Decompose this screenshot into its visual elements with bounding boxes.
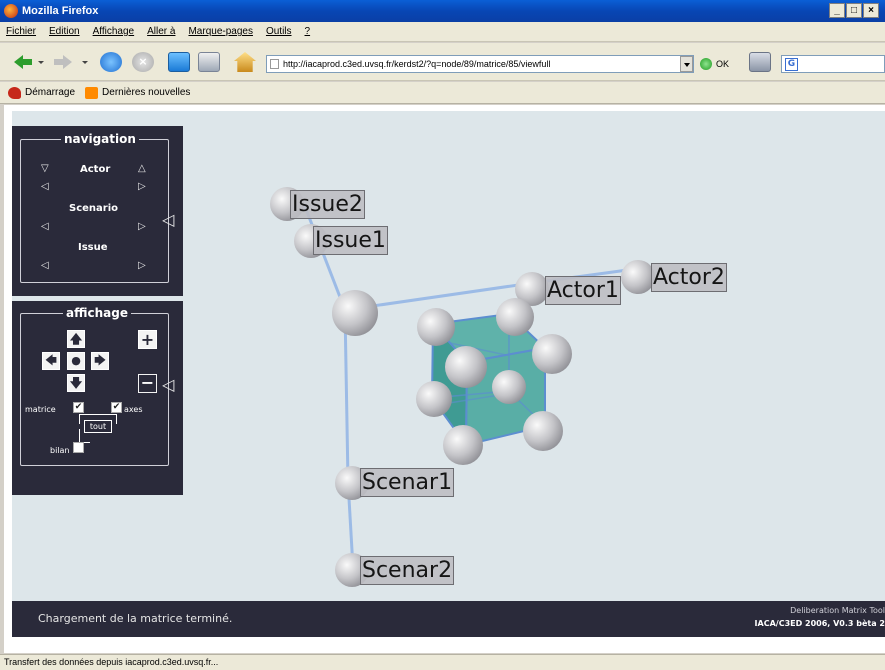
axes-checkbox[interactable]: ✔ — [111, 402, 122, 413]
node-label-actor2[interactable]: Actor2 — [651, 263, 727, 292]
menu-outils[interactable]: Outils — [266, 26, 292, 37]
affichage-collapse-icon[interactable]: ◁ — [162, 377, 174, 393]
menu-fichier[interactable]: Fichier — [6, 26, 36, 37]
nav-scenario-label: Scenario — [69, 203, 119, 214]
home-icon[interactable] — [234, 52, 256, 72]
address-dropdown-icon[interactable] — [680, 56, 693, 72]
go-label: OK — [716, 59, 730, 69]
bookmark-label: Dernières nouvelles — [102, 87, 191, 98]
minimize-button[interactable]: _ — [829, 3, 845, 18]
tool-version: IACA/C3ED 2006, V0.3 bèta 2 — [754, 619, 885, 628]
menu-aller[interactable]: Aller à — [147, 26, 175, 37]
go-button[interactable]: OK — [700, 55, 729, 73]
zoom-in-button[interactable]: + — [138, 330, 157, 349]
axes-label: axes — [124, 405, 143, 414]
nav-actor-label: Actor — [80, 164, 111, 175]
actor-next-icon[interactable]: △ — [138, 164, 146, 174]
node-label-actor1[interactable]: Actor1 — [545, 276, 621, 305]
rss-icon — [85, 86, 99, 99]
window-titlebar: Mozilla Firefox _ □ × — [0, 0, 885, 22]
bookmark-demarrage[interactable]: Démarrage — [8, 86, 76, 99]
node-label-scenar2[interactable]: Scenar2 — [360, 556, 455, 585]
center-button[interactable]: ● — [67, 352, 85, 370]
actor-left-icon[interactable]: ◁ — [41, 182, 49, 192]
forward-dropdown-icon[interactable] — [82, 61, 88, 64]
stop-icon[interactable]: × — [132, 52, 154, 72]
browser-status-bar: Transfert des données depuis iacaprod.c3… — [0, 654, 885, 670]
navigation-toolbar: × http://iacaprod.c3ed.uvsq.fr/kerdst2/?… — [0, 43, 885, 81]
google-icon: G — [785, 58, 798, 71]
navigation-panel: navigation ▽ Actor △ ◁ ▷ Scenario ◁ ▷ ◁ … — [12, 126, 183, 296]
actor-prev-icon[interactable]: ▽ — [41, 164, 49, 174]
go-icon — [700, 58, 712, 70]
bilan-bracket — [79, 429, 90, 443]
back-dropdown-icon[interactable] — [38, 61, 44, 64]
navigation-title: navigation — [61, 132, 139, 146]
matrix-stage[interactable]: Issue2 Issue1 Actor1 Actor2 Scenar1 Scen… — [12, 111, 885, 601]
pan-down-button[interactable]: 🡇 — [67, 374, 85, 392]
matrice-checkbox[interactable]: ✔ — [73, 402, 84, 413]
bookmark-icon — [8, 86, 21, 99]
pan-up-button[interactable]: 🡅 — [67, 330, 85, 348]
node-label-issue2[interactable]: Issue2 — [290, 190, 365, 219]
zoom-out-button[interactable]: − — [138, 374, 157, 393]
app-footer: Chargement de la matrice terminé. Delibe… — [12, 601, 885, 637]
menu-bar: Fichier Edition Affichage Aller à Marque… — [0, 22, 885, 42]
nav-issue-label: Issue — [78, 242, 108, 253]
tool-name: Deliberation Matrix Tool — [790, 606, 885, 615]
menu-help[interactable]: ? — [305, 26, 311, 37]
bookmark-label: Démarrage — [25, 87, 76, 98]
matrice-label: matrice — [25, 405, 56, 414]
firefox-icon — [4, 4, 18, 18]
issue-left-icon[interactable]: ◁ — [41, 261, 49, 271]
bilan-checkbox[interactable] — [73, 442, 84, 453]
window-title: Mozilla Firefox — [22, 5, 99, 17]
affichage-panel: affichage 🡅 + 🡄 ● 🡆 🡇 − ◁ matrice ✔ ✔ ax… — [12, 301, 183, 495]
bilan-label: bilan — [50, 446, 70, 455]
actor-right-icon[interactable]: ▷ — [138, 182, 146, 192]
print-icon[interactable] — [749, 52, 771, 72]
address-bar[interactable]: http://iacaprod.c3ed.uvsq.fr/kerdst2/?q=… — [266, 55, 694, 73]
forward-arrow-icon[interactable] — [52, 52, 74, 72]
page-icon — [270, 59, 279, 69]
maximize-button[interactable]: □ — [846, 3, 862, 18]
new-window-icon[interactable] — [198, 52, 220, 72]
window-controls: _ □ × — [828, 3, 879, 18]
menu-affichage[interactable]: Affichage — [93, 26, 135, 37]
menu-edition[interactable]: Edition — [49, 26, 80, 37]
reload-icon[interactable] — [100, 52, 122, 72]
scenario-right-icon[interactable]: ▷ — [138, 222, 146, 232]
page-content: Issue2 Issue1 Actor1 Actor2 Scenar1 Scen… — [4, 105, 885, 653]
affichage-title: affichage — [63, 306, 131, 320]
back-arrow-icon[interactable] — [12, 52, 34, 72]
issue-right-icon[interactable]: ▷ — [138, 261, 146, 271]
pan-right-button[interactable]: 🡆 — [91, 352, 109, 370]
scenario-left-icon[interactable]: ◁ — [41, 222, 49, 232]
pan-left-button[interactable]: 🡄 — [42, 352, 60, 370]
new-tab-icon[interactable] — [168, 52, 190, 72]
bookmark-dernieres-nouvelles[interactable]: Dernières nouvelles — [85, 86, 191, 99]
close-button[interactable]: × — [863, 3, 879, 18]
address-text: http://iacaprod.c3ed.uvsq.fr/kerdst2/?q=… — [283, 59, 551, 69]
menu-marque-pages[interactable]: Marque-pages — [188, 26, 252, 37]
node-label-issue1[interactable]: Issue1 — [313, 226, 388, 255]
loading-status: Chargement de la matrice terminé. — [38, 612, 233, 625]
node-label-scenar1[interactable]: Scenar1 — [360, 468, 455, 497]
bookmarks-bar: Démarrage Dernières nouvelles — [0, 82, 885, 104]
navigation-collapse-icon[interactable]: ◁ — [162, 212, 174, 228]
search-input[interactable]: G — [781, 55, 885, 73]
